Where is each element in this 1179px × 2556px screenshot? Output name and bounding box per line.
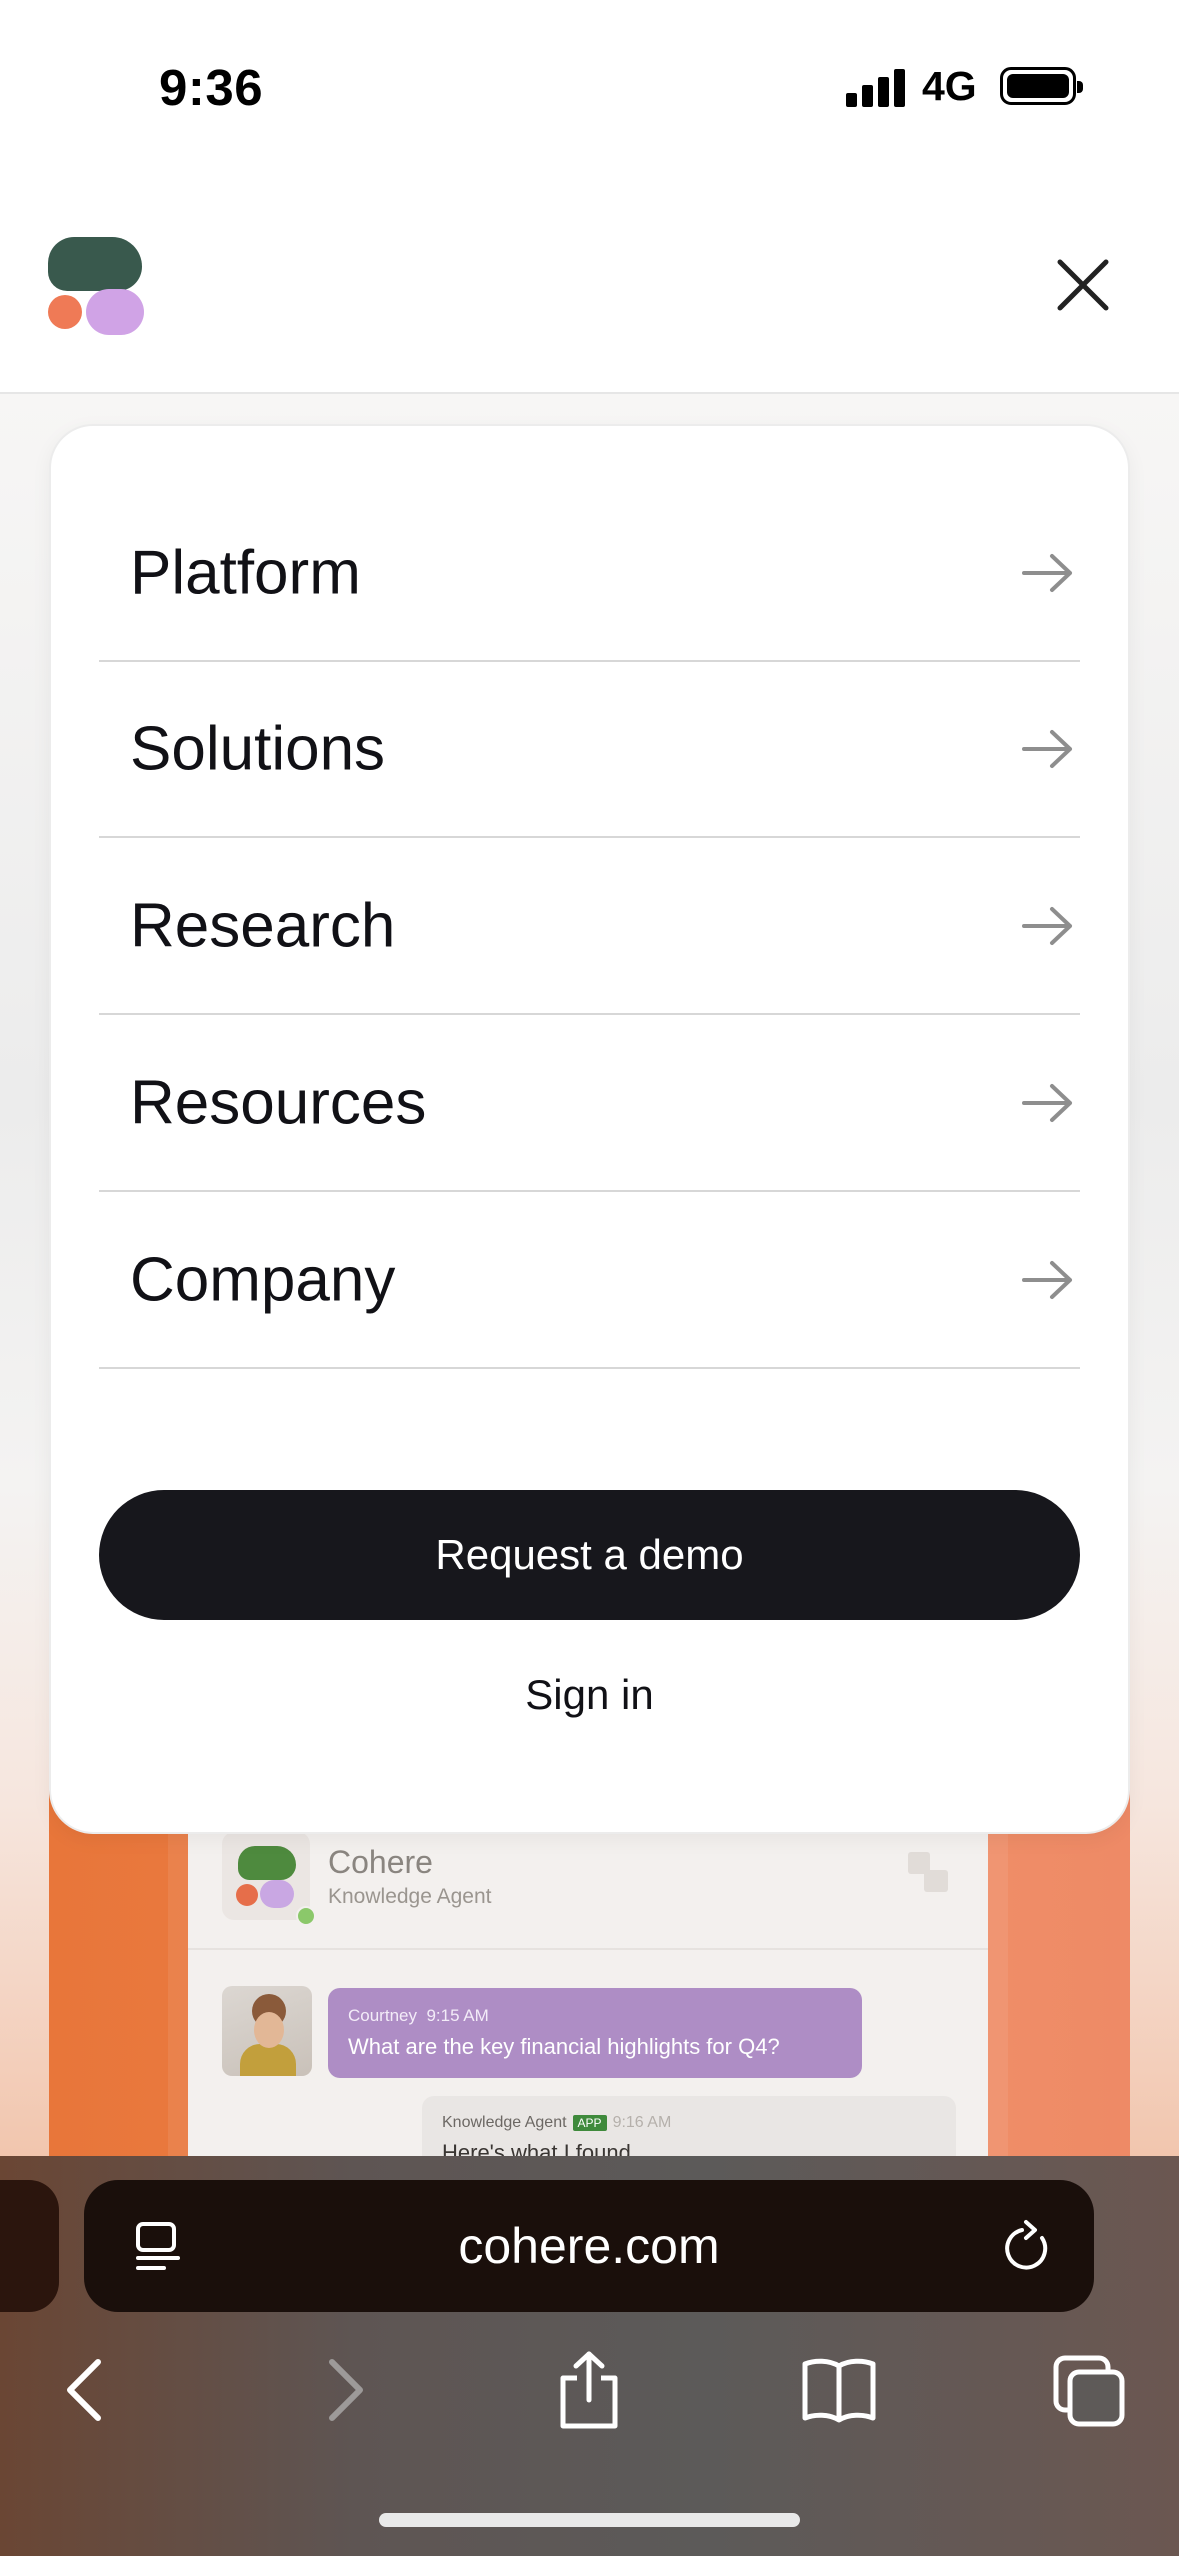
- message-time: 9:15 AM: [426, 2006, 489, 2025]
- arrow-right-icon: [1022, 554, 1072, 592]
- menu-item-label: Company: [130, 1245, 396, 1315]
- reply-time: 9:16 AM: [612, 2114, 672, 2131]
- reload-icon[interactable]: [998, 2218, 1056, 2276]
- user-message-text: What are the key financial highlights fo…: [348, 2034, 780, 2059]
- arrow-right-icon: [1022, 730, 1072, 768]
- bookmarks-icon[interactable]: [799, 2350, 879, 2430]
- sign-in-link[interactable]: Sign in: [99, 1660, 1080, 1730]
- tabs-icon[interactable]: [1050, 2350, 1130, 2430]
- message-author: Courtney: [348, 2006, 417, 2025]
- url-text[interactable]: cohere.com: [84, 2180, 1094, 2312]
- site-header: [0, 196, 1179, 394]
- reply-meta: Knowledge Agent APP 9:16 AM: [442, 2114, 671, 2132]
- previous-tab-preview[interactable]: [0, 2180, 59, 2312]
- forward-icon[interactable]: [302, 2350, 382, 2430]
- agent-name: Cohere: [328, 1844, 433, 1880]
- menu-item-solutions[interactable]: Solutions: [99, 662, 1080, 838]
- menu-item-platform[interactable]: Platform: [99, 486, 1080, 662]
- share-icon[interactable]: [549, 2350, 629, 2430]
- user-avatar: [222, 1986, 312, 2076]
- online-status-dot: [296, 1906, 316, 1926]
- user-message-bubble: [328, 1988, 862, 2078]
- agent-role: Knowledge Agent: [328, 1885, 492, 1908]
- arrow-right-icon: [1022, 1084, 1072, 1122]
- arrow-right-icon: [1022, 1261, 1072, 1299]
- signal-icon: [846, 67, 906, 107]
- shapes-icon: [908, 1852, 948, 1892]
- menu-item-label: Solutions: [130, 714, 386, 784]
- close-icon[interactable]: [1050, 252, 1116, 318]
- network-type: 4G: [922, 63, 977, 109]
- reply-author: Knowledge Agent: [442, 2114, 567, 2131]
- arrow-right-icon: [1022, 907, 1072, 945]
- menu-item-research[interactable]: Research: [99, 839, 1080, 1015]
- status-time: 9:36: [159, 59, 264, 116]
- request-demo-button[interactable]: Request a demo: [99, 1490, 1080, 1620]
- cohere-logo[interactable]: [46, 237, 146, 337]
- menu-item-label: Research: [130, 891, 396, 961]
- home-indicator[interactable]: [379, 2513, 800, 2527]
- menu-item-company[interactable]: Company: [99, 1193, 1080, 1369]
- agent-avatar: [222, 1832, 310, 1920]
- back-icon[interactable]: [48, 2350, 128, 2430]
- menu-item-resources[interactable]: Resources: [99, 1016, 1080, 1192]
- user-message-meta: Courtney 9:15 AM: [348, 2006, 489, 2026]
- battery-icon: [1000, 67, 1083, 105]
- app-badge: APP: [572, 2115, 607, 2131]
- menu-item-label: Resources: [130, 1068, 427, 1138]
- menu-item-label: Platform: [130, 538, 361, 608]
